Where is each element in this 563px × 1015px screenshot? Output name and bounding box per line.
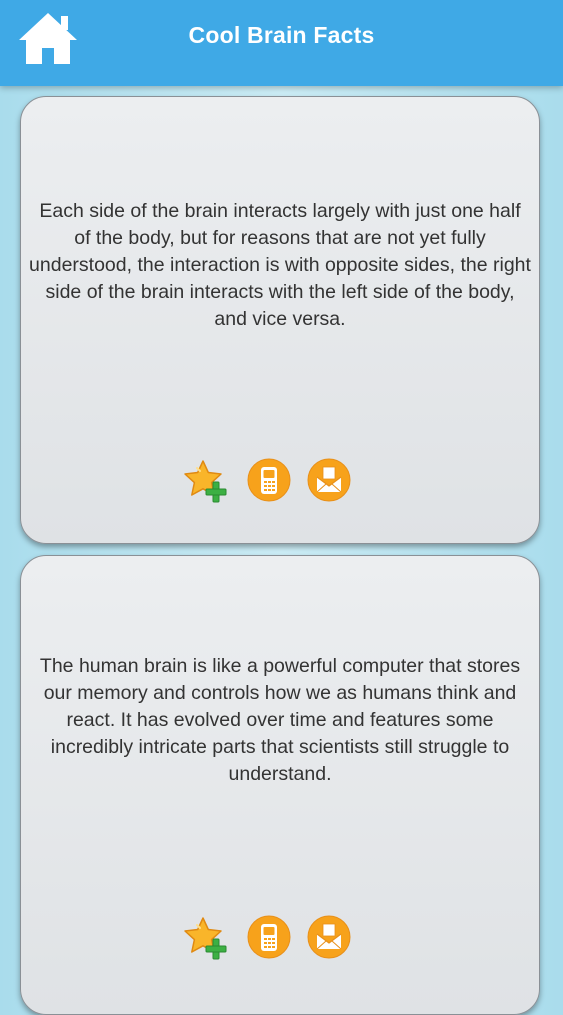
email-share-icon [307, 915, 351, 959]
add-favorite-icon [184, 460, 227, 503]
add-favorite-button[interactable] [183, 459, 229, 505]
fact-actions [21, 457, 539, 503]
add-favorite-button[interactable] [183, 916, 229, 962]
fact-card: The human brain is like a powerful compu… [20, 555, 540, 1015]
app-header: Cool Brain Facts [0, 0, 563, 86]
sms-share-icon [247, 915, 291, 959]
sms-share-button[interactable] [246, 457, 292, 503]
sms-share-button[interactable] [246, 914, 292, 960]
fact-actions [21, 914, 539, 960]
fact-text: Each side of the brain interacts largely… [29, 200, 531, 330]
fact-card: Each side of the brain interacts largely… [20, 96, 540, 544]
sms-share-icon [247, 458, 291, 502]
fact-text: The human brain is like a powerful compu… [39, 655, 521, 785]
email-share-button[interactable] [306, 457, 352, 503]
email-share-button[interactable] [306, 914, 352, 960]
email-share-icon [307, 458, 351, 502]
add-favorite-icon [184, 917, 227, 960]
page-title: Cool Brain Facts [188, 22, 375, 48]
